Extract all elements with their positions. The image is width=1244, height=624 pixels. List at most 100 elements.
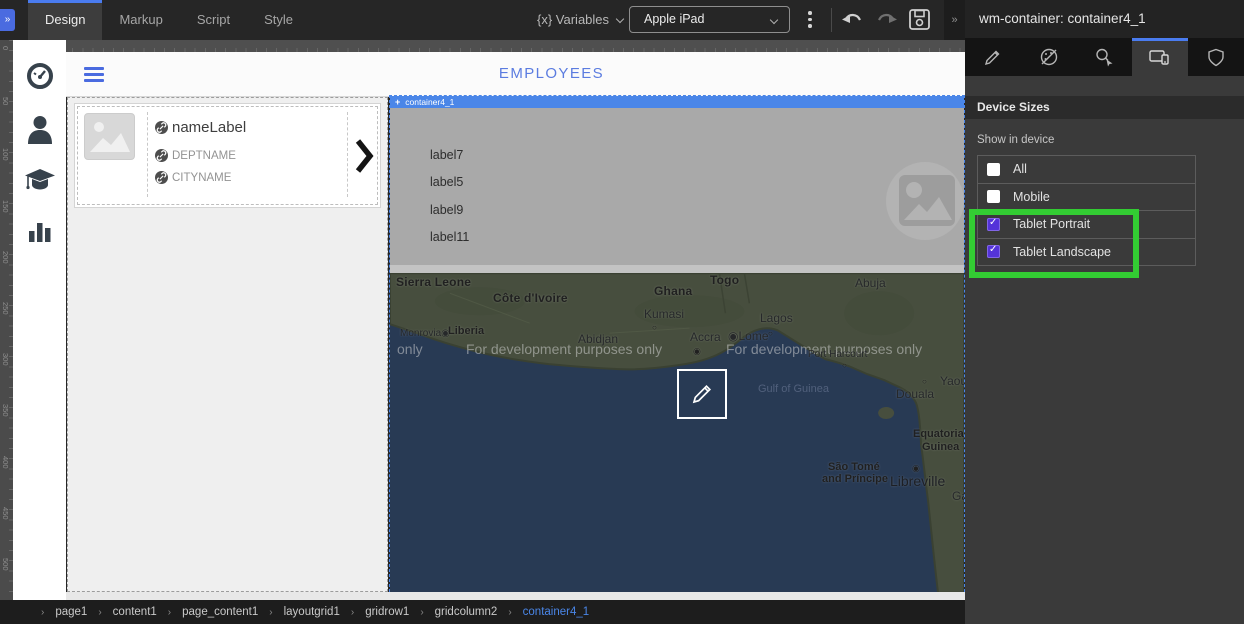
map-label: Ghana	[654, 284, 692, 298]
chart-icon[interactable]	[27, 218, 53, 249]
ruler-tick: 100	[1, 148, 10, 199]
device-select[interactable]: Apple iPad	[629, 6, 790, 33]
move-icon: +	[395, 97, 400, 107]
breadcrumb-item[interactable]: › gridcolumn2	[409, 606, 497, 618]
chevron-right-icon	[355, 138, 374, 179]
redo-icon[interactable]	[875, 10, 898, 35]
device-option-row[interactable]: Tablet Landscape	[978, 239, 1195, 267]
vertical-ruler: 050100150200250300350400450500	[0, 40, 13, 600]
toolbar-divider	[831, 8, 832, 32]
breadcrumb-separator: ›	[41, 607, 44, 618]
device-option-row[interactable]: Tablet Portrait	[978, 211, 1195, 239]
breadcrumb-separator: ›	[508, 607, 511, 618]
page-nav-rail	[13, 40, 66, 600]
selected-container[interactable]: +container4_1 label7label5label9label11	[389, 95, 965, 592]
studio-app: » DesignMarkupScriptStyle {x} Variables …	[0, 0, 1244, 624]
mode-tab[interactable]: Markup	[102, 0, 179, 40]
page-header: EMPLOYEES	[66, 52, 965, 97]
education-icon[interactable]	[24, 166, 56, 199]
checkbox[interactable]	[987, 190, 1000, 203]
checkbox[interactable]	[987, 163, 1000, 176]
breadcrumb-separator: ›	[420, 607, 423, 618]
device-option-row[interactable]: All	[978, 156, 1195, 184]
map-label: ○	[922, 377, 927, 386]
page-title: EMPLOYEES	[66, 65, 965, 82]
image-placeholder-icon	[84, 113, 135, 160]
devices-tab[interactable]	[1132, 38, 1188, 76]
breadcrumb-item[interactable]: › page_content1	[157, 606, 258, 618]
styles-palette-tab[interactable]	[1021, 38, 1077, 76]
label-widget[interactable]: label5	[430, 175, 469, 202]
selection-handle-bar[interactable]: +container4_1	[390, 96, 964, 108]
save-icon[interactable]	[908, 8, 931, 36]
dashboard-icon[interactable]	[26, 62, 54, 95]
breadcrumb-item[interactable]: › layoutgrid1	[258, 606, 340, 618]
mode-tab[interactable]: Style	[247, 0, 310, 40]
map-label: Libreville	[890, 473, 945, 489]
map-edit-button[interactable]	[677, 369, 727, 419]
panel-collapse-button[interactable]: »	[944, 0, 965, 40]
map-label: Togo	[710, 273, 739, 287]
list-item-card[interactable]: nameLabel DEPTNAME CITYNAME	[74, 103, 381, 208]
label-widget[interactable]: label9	[430, 203, 469, 230]
show-in-device-label: Show in device	[977, 134, 1244, 146]
properties-tabs	[965, 38, 1244, 76]
map-label: Port Harcourt	[808, 349, 867, 360]
horizontal-ruler	[62, 40, 965, 52]
label-stack: label7label5label9label11	[430, 148, 469, 258]
breadcrumb-separator: ›	[168, 607, 171, 618]
breadcrumb-separator: ›	[351, 607, 354, 618]
cell-divider	[347, 112, 348, 197]
ruler-tick: 150	[1, 200, 10, 251]
breadcrumb-item[interactable]: › gridrow1	[340, 606, 409, 618]
map-label: Gulf of Guinea	[758, 383, 829, 395]
map-label: Sierra Leone	[396, 275, 471, 289]
mode-tab[interactable]: Script	[180, 0, 247, 40]
user-icon[interactable]	[26, 114, 54, 149]
mode-tab[interactable]: Design	[28, 0, 102, 40]
grid-column-list[interactable]: nameLabel DEPTNAME CITYNAME	[67, 97, 388, 592]
map-label: Côte d'Ivoire	[493, 291, 568, 305]
checkbox[interactable]	[987, 245, 1000, 258]
map-label: Guinea	[922, 441, 959, 453]
bind-link-icon	[155, 171, 168, 184]
properties-panel: wm-container: container4_1 Device Sizes …	[965, 0, 1244, 624]
device-option-row[interactable]: Mobile	[978, 184, 1195, 212]
map-label: and Príncipe	[822, 473, 888, 485]
selected-widget-title: wm-container: container4_1	[965, 0, 1244, 38]
map-labels: Sierra LeoneCôte d'IvoireGhanaTogoAbujaK…	[390, 273, 964, 593]
top-toolbar: » DesignMarkupScriptStyle {x} Variables …	[0, 0, 965, 40]
ruler-tick: 50	[1, 97, 10, 148]
undo-icon[interactable]	[841, 10, 864, 35]
picture-placeholder-icon[interactable]	[886, 162, 964, 240]
variables-menu[interactable]: {x} Variables	[537, 0, 623, 40]
map-label: ○	[652, 323, 657, 332]
breadcrumb-item[interactable]: › container4_1	[497, 606, 589, 618]
map-label: Accra	[690, 330, 721, 344]
map-label: Monrovia◉	[400, 328, 450, 339]
panel-expand-button[interactable]: »	[0, 9, 15, 31]
breadcrumb-item[interactable]: › page1	[30, 606, 87, 618]
label-widget[interactable]: label7	[430, 148, 469, 175]
canvas-footer-strip	[66, 592, 965, 600]
bound-field-city: CITYNAME	[155, 171, 231, 184]
inspect-magnifier-tab[interactable]	[1077, 38, 1133, 76]
checkbox[interactable]	[987, 218, 1000, 231]
container-body[interactable]: label7label5label9label11	[390, 108, 964, 265]
pencil-icon	[690, 382, 714, 406]
label-widget[interactable]: label11	[430, 230, 469, 257]
map-label: For development purposes only	[466, 341, 662, 357]
ruler-tick: 400	[1, 456, 10, 507]
map-label: Abuja	[855, 276, 886, 290]
ruler-tick: 200	[1, 251, 10, 302]
breadcrumb-item[interactable]: › content1	[87, 606, 156, 618]
map-label: Ga	[952, 489, 964, 503]
bind-link-icon	[155, 121, 168, 134]
security-shield-tab[interactable]	[1188, 38, 1244, 76]
map-label: only	[397, 341, 423, 357]
map-label: Equatoria	[913, 428, 964, 440]
markup-pencil-tab[interactable]	[965, 38, 1021, 76]
container-gap	[390, 265, 964, 273]
map-widget[interactable]: Sierra LeoneCôte d'IvoireGhanaTogoAbujaK…	[390, 273, 964, 593]
kebab-menu-icon[interactable]	[808, 11, 812, 31]
